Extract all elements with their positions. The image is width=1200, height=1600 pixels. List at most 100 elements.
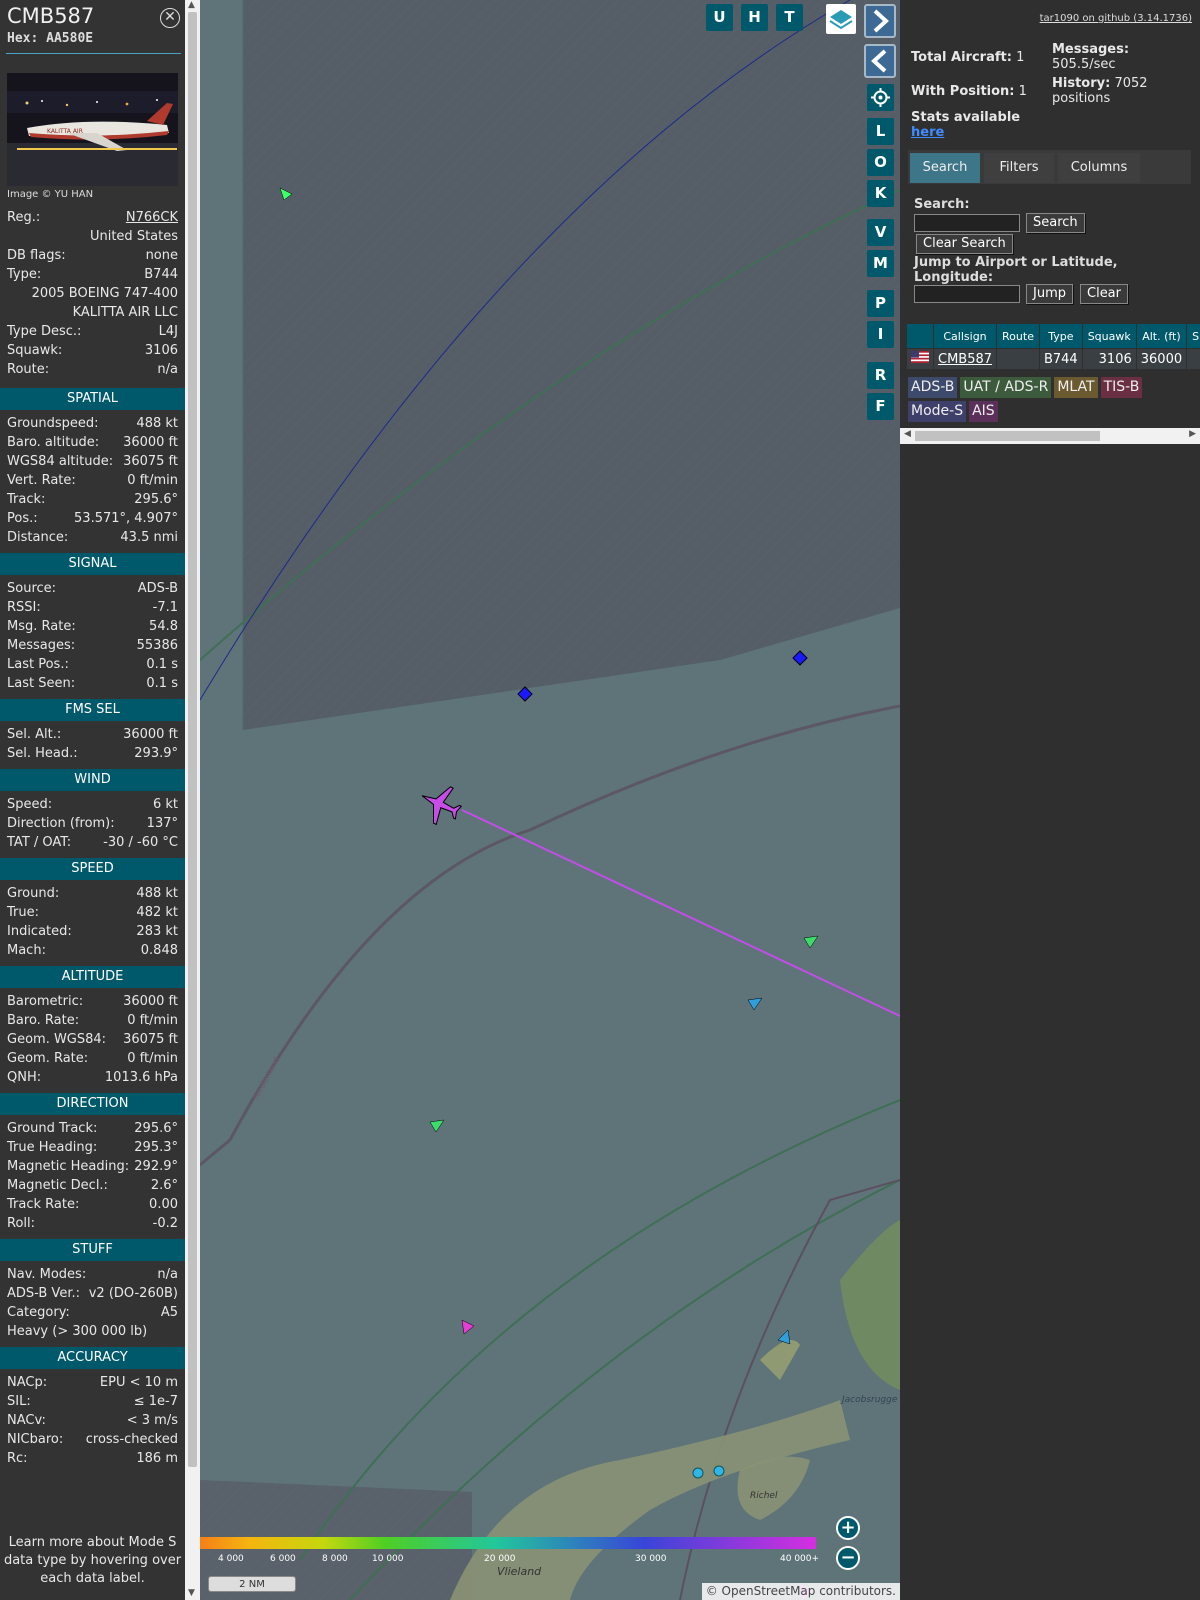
detail-row-label[interactable]: True: (7, 903, 39, 922)
detail-row-label[interactable]: Last Seen: (7, 674, 75, 693)
header-callsign[interactable]: Callsign (932, 323, 998, 349)
map-attribution[interactable]: © OpenStreetMap contributors. (701, 1583, 900, 1600)
map-button-u[interactable]: U (706, 4, 733, 31)
search-input[interactable] (914, 214, 1020, 232)
detail-row-label[interactable]: Messages: (7, 636, 75, 655)
detail-row-label[interactable]: RSSI: (7, 598, 41, 617)
detail-row-label[interactable]: ADS-B Ver.: (7, 1284, 80, 1303)
detail-row-label[interactable]: Magnetic Heading: (7, 1157, 129, 1176)
detail-row-label[interactable]: Speed: (7, 795, 52, 814)
header-type[interactable]: Type (1038, 323, 1083, 349)
info-row-value[interactable]: N766CK (126, 208, 178, 227)
map-button-v[interactable]: V (867, 219, 894, 246)
horizontal-scroll-thumb[interactable] (915, 431, 1100, 441)
detail-row-label[interactable]: Rc: (7, 1449, 28, 1468)
map-button-k[interactable]: K (867, 180, 894, 207)
detail-row-label[interactable]: QNH: (7, 1068, 41, 1087)
map-button-r[interactable]: R (867, 362, 894, 389)
detail-row-label[interactable]: Heavy (> 300 000 lb) (7, 1322, 147, 1341)
map-button-l[interactable]: L (867, 118, 894, 145)
map-button-f[interactable]: F (867, 393, 894, 420)
header-speed[interactable]: Spd. (1186, 323, 1200, 349)
jump-button[interactable]: Jump (1026, 284, 1073, 304)
detail-row-label[interactable]: Track Rate: (7, 1195, 79, 1214)
stats-here-link[interactable]: here (911, 125, 944, 140)
detail-row: SIL: ≤ 1e-7 (0, 1392, 185, 1411)
detail-row-label[interactable]: True Heading: (7, 1138, 97, 1157)
row-callsign[interactable]: CMB587 (932, 348, 998, 370)
map-button-p[interactable]: P (867, 290, 894, 317)
tab-filters[interactable]: Filters (984, 153, 1054, 183)
detail-row-label[interactable]: Msg. Rate: (7, 617, 76, 636)
zoom-out-button[interactable]: − (836, 1546, 860, 1570)
zoom-in-button[interactable]: + (836, 1516, 860, 1540)
panel-horizontal-scrollbar[interactable]: ◀ ▶ (900, 428, 1200, 444)
detail-row: NICbaro: cross-checked (0, 1430, 185, 1449)
detail-row-label[interactable]: Mach: (7, 941, 46, 960)
gear-icon (871, 88, 890, 107)
tab-search[interactable]: Search (910, 153, 980, 183)
map-button-t[interactable]: T (776, 4, 803, 31)
detail-row-label[interactable]: NACp: (7, 1373, 47, 1392)
detail-row-label[interactable]: Last Pos.: (7, 655, 69, 674)
detail-row-label[interactable]: Direction (from): (7, 814, 115, 833)
clear-jump-button[interactable]: Clear (1080, 284, 1128, 304)
detail-row-label[interactable]: SIL: (7, 1392, 31, 1411)
expand-panel-button[interactable] (864, 4, 896, 38)
detail-row-label[interactable]: Groundspeed: (7, 414, 98, 433)
detail-row-label[interactable]: Indicated: (7, 922, 72, 941)
settings-button[interactable] (867, 84, 894, 111)
table-row[interactable]: CMB587 B744 3106 36000 (906, 348, 1200, 370)
sidebar-scroll-thumb[interactable] (188, 12, 197, 1467)
github-link[interactable]: tar1090 on github (3.14.1736) (1040, 13, 1192, 24)
detail-row-label[interactable]: Ground: (7, 884, 59, 903)
aircraft-photo[interactable]: KALITTA AIR (7, 73, 178, 186)
header-altitude[interactable]: Alt. (ft) (1135, 323, 1188, 349)
row-squawk: 3106 (1081, 348, 1137, 370)
header-squawk[interactable]: Squawk (1081, 323, 1137, 349)
detail-row-label[interactable]: Track: (7, 490, 45, 509)
detail-row-label[interactable]: Magnetic Decl.: (7, 1176, 108, 1195)
map-button-i[interactable]: I (867, 321, 894, 348)
detail-row-label[interactable]: WGS84 altitude: (7, 452, 113, 471)
detail-row-label[interactable]: TAT / OAT: (7, 833, 71, 852)
detail-row-value: -7.1 (152, 600, 178, 615)
detail-row-label[interactable]: Sel. Alt.: (7, 725, 61, 744)
detail-row-label[interactable]: Geom. Rate: (7, 1049, 88, 1068)
layers-button[interactable] (826, 4, 856, 34)
detail-row-label[interactable]: Roll: (7, 1214, 35, 1233)
tab-columns[interactable]: Columns (1058, 153, 1140, 183)
detail-row-label[interactable]: Sel. Head.: (7, 744, 78, 763)
detail-row-label[interactable]: Vert. Rate: (7, 471, 76, 490)
detail-row-label[interactable]: NICbaro: (7, 1430, 63, 1449)
detail-row-label[interactable]: Category: (7, 1303, 70, 1322)
detail-row-label[interactable]: Baro. altitude: (7, 433, 99, 452)
detail-row-label[interactable]: Source: (7, 579, 56, 598)
detail-row-label[interactable]: Distance: (7, 528, 68, 547)
map-area[interactable]: Nederland Vlieland Richel Jacobsrugge U … (200, 0, 900, 1600)
detail-row-label[interactable]: Geom. WGS84: (7, 1030, 106, 1049)
header-route[interactable]: Route (996, 323, 1040, 349)
detail-row-label[interactable]: Baro. Rate: (7, 1011, 79, 1030)
detail-row-value: 0 ft/min (127, 1051, 178, 1066)
sidebar-scrollbar[interactable]: ▲ ▼ (185, 0, 200, 1600)
map-button-m[interactable]: M (867, 250, 894, 277)
row-type: B744 (1038, 348, 1083, 370)
place-label-jacobsrugge: Jacobsrugge (840, 1395, 898, 1405)
map-button-o[interactable]: O (867, 149, 894, 176)
search-button[interactable]: Search (1026, 213, 1085, 233)
detail-row-value: 54.8 (149, 619, 178, 634)
legend-mode-s: Mode-S (908, 401, 967, 422)
detail-row-label[interactable]: Pos.: (7, 509, 38, 528)
detail-row-label[interactable]: Nav. Modes: (7, 1265, 86, 1284)
map-button-h[interactable]: H (741, 4, 768, 31)
jump-input[interactable] (914, 285, 1020, 303)
detail-row: TAT / OAT: -30 / -60 °C (0, 833, 185, 852)
collapse-button[interactable] (864, 44, 896, 78)
detail-row: Ground Track: 295.6° (0, 1119, 185, 1138)
detail-row-label[interactable]: Ground Track: (7, 1119, 97, 1138)
close-icon[interactable]: ✕ (160, 8, 180, 28)
detail-row-label[interactable]: Barometric: (7, 992, 83, 1011)
clear-search-button[interactable]: Clear Search (916, 234, 1013, 254)
detail-row-label[interactable]: NACv: (7, 1411, 46, 1430)
